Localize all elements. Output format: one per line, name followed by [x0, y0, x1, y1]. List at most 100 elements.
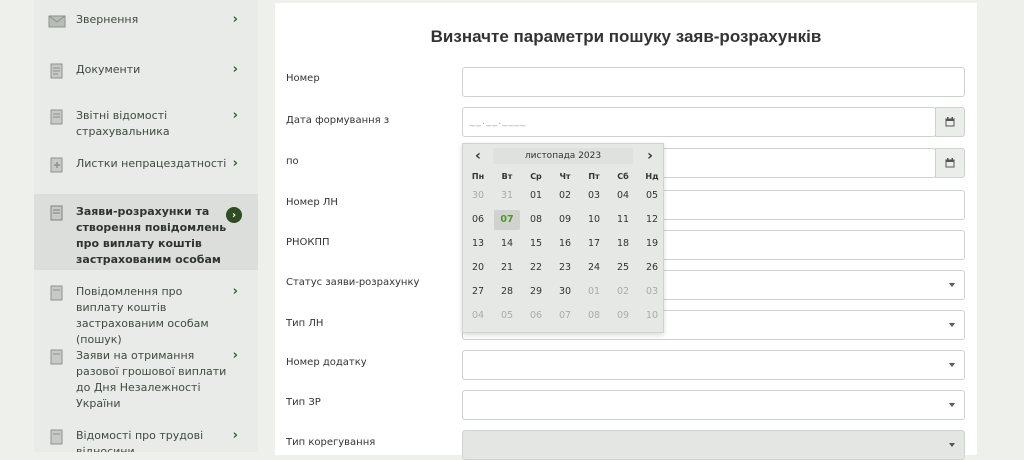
- zr-type-select[interactable]: [462, 390, 965, 420]
- sidebar-item-notifications[interactable]: Повідомлення про виплату коштів застрахо…: [34, 284, 258, 346]
- correction-type-select[interactable]: [462, 430, 965, 460]
- weekday-header: Сб: [617, 172, 629, 181]
- ln-type-label: Тип ЛН: [286, 318, 324, 329]
- sick-leave-icon: [50, 157, 63, 173]
- status-label: Статус заяви-розрахунку: [286, 277, 420, 288]
- sidebar-item-label: Звернення: [76, 13, 139, 26]
- calendar-day[interactable]: 10: [581, 210, 607, 230]
- calendar-day[interactable]: 14: [494, 234, 520, 254]
- calendar-day[interactable]: 17: [581, 234, 607, 254]
- calendar-day[interactable]: 01: [523, 186, 549, 206]
- sidebar-item-labor-relations[interactable]: Відомості про трудові відносини ›: [34, 428, 258, 452]
- sidebar-item-label: Документи: [76, 63, 141, 76]
- chevron-right-icon: ›: [232, 62, 238, 77]
- datepicker-popup: ‹ листопада 2023 › Пн Вт Ср Чт Пт Сб Нд 30 31 01 0…: [462, 143, 664, 333]
- calendar-day[interactable]: 31: [494, 186, 520, 206]
- sidebar-item-one-time-payment[interactable]: Заяви на отримання разової грошової випл…: [34, 348, 258, 410]
- calendar-day[interactable]: 27: [465, 282, 491, 302]
- calendar-day[interactable]: 07: [552, 306, 578, 326]
- calendar-day[interactable]: 20: [465, 258, 491, 278]
- calendar-day-today[interactable]: 07: [494, 210, 520, 230]
- calendar-day[interactable]: 01: [581, 282, 607, 302]
- calendar-icon: [945, 158, 955, 168]
- calendar-day[interactable]: 21: [494, 258, 520, 278]
- calendar-day[interactable]: 24: [581, 258, 607, 278]
- chevron-right-icon: ›: [232, 284, 238, 299]
- calendar-day[interactable]: 10: [639, 306, 665, 326]
- date-from-label: Дата формування з: [286, 115, 390, 126]
- weekday-header: Ср: [530, 172, 542, 181]
- calendar-day[interactable]: 08: [523, 210, 549, 230]
- calendar-day[interactable]: 06: [523, 306, 549, 326]
- sidebar-item-reports[interactable]: Звітні відомості страхувальника ›: [34, 108, 258, 144]
- calendar-day[interactable]: 22: [523, 258, 549, 278]
- chevron-down-icon: [949, 323, 955, 327]
- notification-icon: [50, 285, 63, 301]
- date-to-label: по: [286, 156, 299, 167]
- sidebar-item-label: Звітні відомості страхувальника: [76, 109, 170, 138]
- chevron-down-icon: [949, 283, 955, 287]
- calendar-day[interactable]: 28: [494, 282, 520, 302]
- page-title: Визначте параметри пошуку заяв-розрахунк…: [430, 27, 822, 46]
- sidebar-item-appeals[interactable]: Звернення ›: [34, 12, 258, 36]
- calendar-day[interactable]: 12: [639, 210, 665, 230]
- date-from-placeholder: __.__.____: [470, 116, 527, 127]
- application-icon: [50, 205, 63, 221]
- chevron-down-icon: [949, 363, 955, 367]
- active-indicator-icon: ›: [226, 207, 242, 223]
- chevron-right-icon: ›: [232, 12, 238, 27]
- appendix-number-label: Номер додатку: [286, 357, 367, 368]
- calendar-day[interactable]: 18: [610, 234, 636, 254]
- calendar-day[interactable]: 13: [465, 234, 491, 254]
- calendar-day[interactable]: 30: [552, 282, 578, 302]
- report-icon: [50, 109, 63, 125]
- sidebar-item-applications[interactable]: Заяви-розрахунки та створення повідомлен…: [34, 194, 258, 270]
- calendar-day[interactable]: 11: [610, 210, 636, 230]
- zr-type-label: Тип ЗР: [286, 397, 321, 408]
- datepicker-month-title[interactable]: листопада 2023: [493, 148, 633, 164]
- calendar-day[interactable]: 08: [581, 306, 607, 326]
- calendar-day[interactable]: 04: [465, 306, 491, 326]
- appendix-number-select[interactable]: [462, 350, 965, 380]
- chevron-right-icon: ›: [232, 108, 238, 123]
- calendar-day[interactable]: 06: [465, 210, 491, 230]
- calendar-day[interactable]: 26: [639, 258, 665, 278]
- calendar-day[interactable]: 05: [494, 306, 520, 326]
- weekday-header: Чт: [559, 172, 571, 181]
- prev-month-button[interactable]: ‹: [467, 148, 489, 164]
- date-from-input[interactable]: __.__.____: [462, 107, 936, 137]
- sidebar-item-label: Заяви на отримання разової грошової випл…: [76, 349, 227, 410]
- calendar-day[interactable]: 05: [639, 186, 665, 206]
- calendar-day[interactable]: 03: [581, 186, 607, 206]
- calendar-day[interactable]: 02: [610, 282, 636, 302]
- sidebar-item-sick-leaves[interactable]: Листки непрацездатності ›: [34, 156, 258, 192]
- sidebar-item-label: Листки непрацездатності: [76, 157, 227, 170]
- sidebar-item-label: Повідомлення про виплату коштів застрахо…: [76, 285, 209, 346]
- sidebar-item-label: Відомості про трудові відносини: [76, 429, 204, 452]
- calendar-day[interactable]: 29: [523, 282, 549, 302]
- date-from-calendar-button[interactable]: [935, 107, 965, 137]
- calendar-day[interactable]: 09: [552, 210, 578, 230]
- calendar-day[interactable]: 15: [523, 234, 549, 254]
- calendar-day[interactable]: 30: [465, 186, 491, 206]
- envelope-icon: [48, 15, 66, 28]
- calendar-day[interactable]: 03: [639, 282, 665, 302]
- calendar-day[interactable]: 02: [552, 186, 578, 206]
- chevron-right-icon: ›: [232, 348, 238, 363]
- weekday-header: Пн: [471, 172, 485, 181]
- calendar-day[interactable]: 25: [610, 258, 636, 278]
- sidebar-item-documents[interactable]: Документи ›: [34, 62, 258, 86]
- calendar-day[interactable]: 04: [610, 186, 636, 206]
- labor-relations-icon: [50, 429, 63, 445]
- rnokpp-label: РНОКПП: [286, 237, 330, 248]
- weekday-header: Нд: [645, 172, 659, 181]
- calendar-day[interactable]: 23: [552, 258, 578, 278]
- next-month-button[interactable]: ›: [639, 148, 661, 164]
- correction-type-label: Тип корегування: [286, 437, 376, 448]
- calendar-day[interactable]: 19: [639, 234, 665, 254]
- number-input[interactable]: [462, 67, 965, 97]
- date-to-calendar-button[interactable]: [935, 148, 965, 178]
- ln-number-label: Номер ЛН: [286, 197, 338, 208]
- calendar-day[interactable]: 09: [610, 306, 636, 326]
- calendar-day[interactable]: 16: [552, 234, 578, 254]
